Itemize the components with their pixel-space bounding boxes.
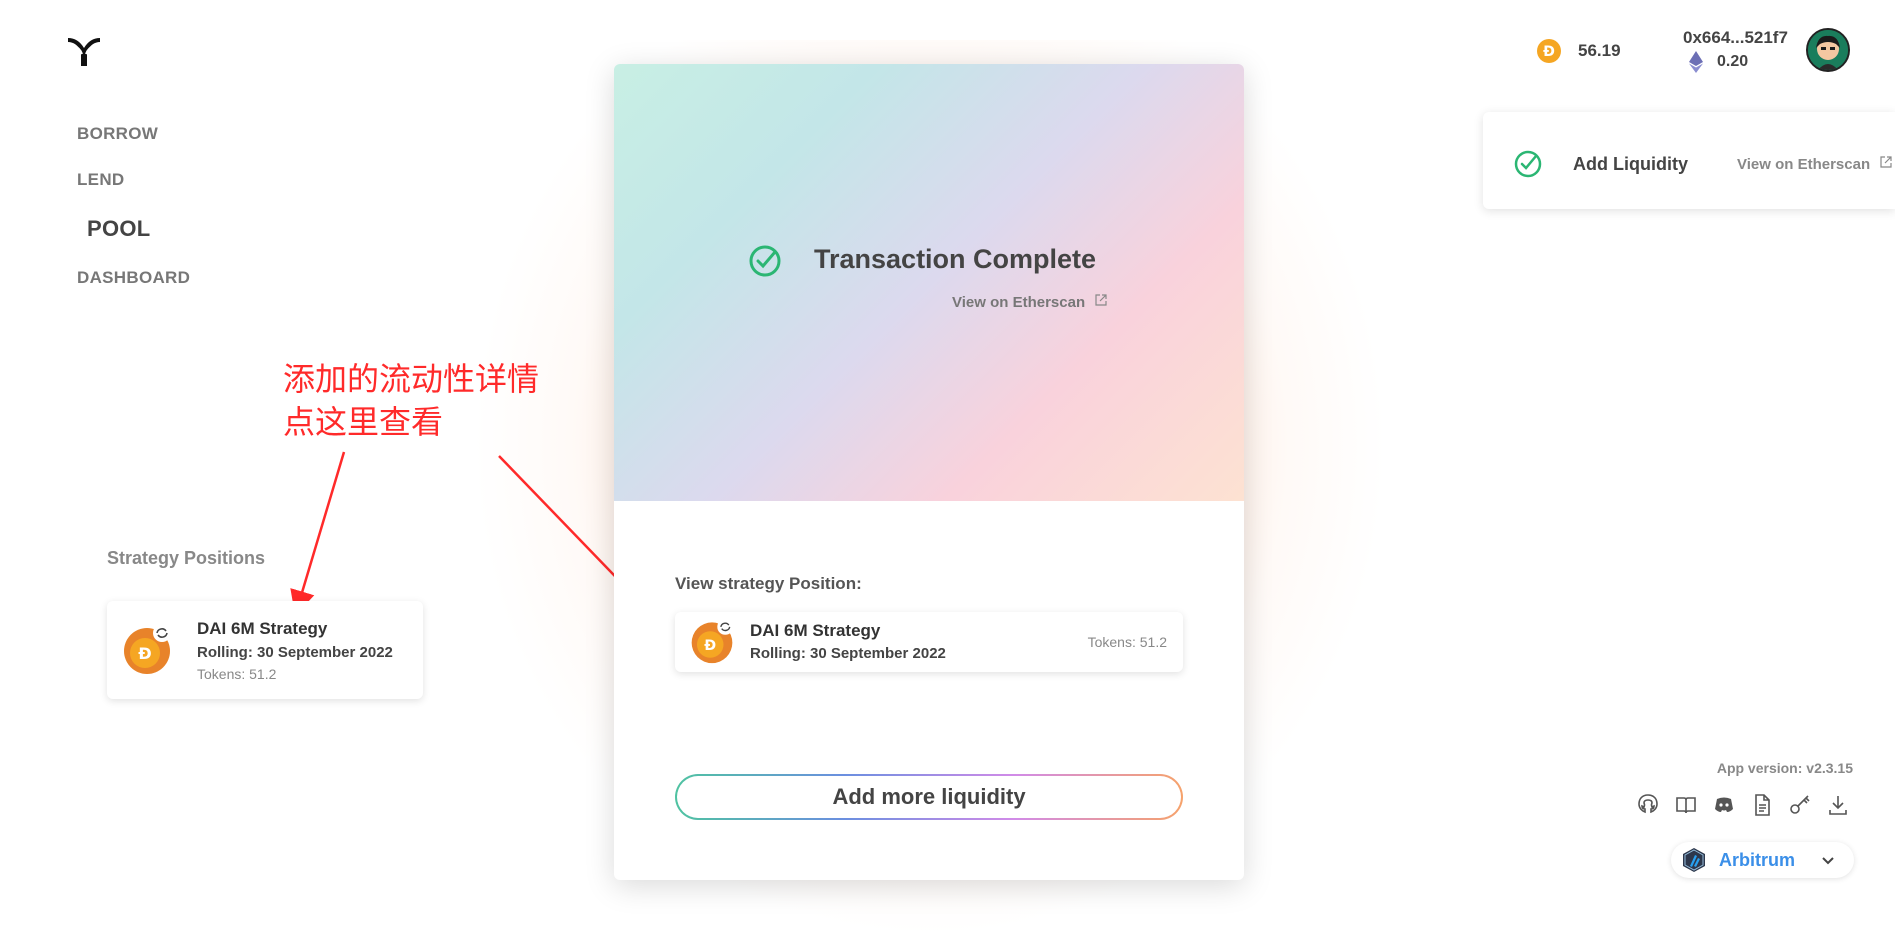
etherscan-link-label: View on Etherscan [952, 294, 1086, 311]
github-icon[interactable] [1636, 793, 1660, 817]
avatar[interactable] [1806, 28, 1850, 72]
dai-coin-icon: Đ [1537, 39, 1561, 63]
arrow-to-left-card [290, 451, 346, 616]
view-position-label: View strategy Position: [675, 574, 862, 593]
token-balance: Đ 56.19 [1536, 38, 1621, 64]
dai-strategy-icon: Đ [691, 618, 734, 664]
toast-link-label: View on Etherscan [1737, 156, 1871, 173]
key-icon[interactable] [1788, 793, 1812, 817]
strategy-rolling-date: Rolling: 30 September 2022 [750, 645, 946, 662]
dai-strategy-icon: Đ [124, 624, 171, 674]
user-avatar-icon [1808, 30, 1848, 70]
svg-text:Đ: Đ [138, 644, 151, 663]
chevron-down-icon [1822, 857, 1834, 865]
svg-text:Đ: Đ [704, 638, 716, 654]
network-name: Arbitrum [1719, 849, 1795, 870]
document-icon[interactable] [1750, 793, 1774, 817]
external-link-icon [1880, 156, 1892, 168]
svg-text:Đ: Đ [1543, 44, 1555, 60]
main-nav: BORROW LEND POOL DASHBOARD [77, 124, 190, 314]
download-icon[interactable] [1826, 793, 1850, 817]
nav-item-dashboard[interactable]: DASHBOARD [77, 268, 190, 288]
book-icon[interactable] [1674, 793, 1698, 817]
strategy-position-card[interactable]: Đ DAI 6M Strategy Rolling: 30 September … [107, 601, 423, 699]
network-selector[interactable]: Arbitrum [1671, 842, 1854, 878]
wallet-address: 0x664...521f7 [1683, 28, 1788, 47]
modal-title: Transaction Complete [814, 244, 1097, 274]
toast-title: Add Liquidity [1573, 154, 1688, 174]
nav-item-pool[interactable]: POOL [87, 216, 190, 242]
account-info[interactable]: 0x664...521f7 0.20 [1683, 28, 1788, 73]
strategy-tokens: Tokens: 51.2 [197, 666, 277, 682]
strategy-rolling-date: Rolling: 30 September 2022 [197, 644, 393, 661]
toast-etherscan-link[interactable]: View on Etherscan [1737, 156, 1892, 173]
token-balance-value: 56.19 [1578, 41, 1621, 60]
arbitrum-icon [1683, 848, 1705, 872]
add-more-liquidity-button[interactable]: Add more liquidity [675, 774, 1183, 820]
discord-icon[interactable] [1712, 793, 1736, 817]
annotation-text: 添加的流动性详情 点这里查看 [283, 360, 540, 441]
strategy-tokens: Tokens: 51.2 [1087, 634, 1167, 650]
nav-item-borrow[interactable]: BORROW [77, 124, 190, 144]
external-link-icon [1095, 294, 1107, 306]
eth-balance-value: 0.20 [1717, 53, 1749, 70]
ethereum-icon [1689, 51, 1703, 73]
strategy-positions-label: Strategy Positions [107, 548, 266, 568]
check-circle-icon [1514, 150, 1542, 178]
eth-balance: 0.20 [1683, 51, 1788, 73]
notification-toast: Add Liquidity View on Etherscan [1483, 112, 1895, 209]
modal-strategy-position-card[interactable]: Đ DAI 6M Strategy Rolling: 30 September … [675, 612, 1183, 672]
modal-hero: Transaction Complete View on Etherscan [614, 64, 1244, 501]
social-links [1636, 793, 1850, 817]
nav-item-lend[interactable]: LEND [77, 170, 190, 190]
add-more-liquidity-label: Add more liquidity [677, 776, 1181, 818]
app-version: App version: v2.3.15 [1716, 760, 1853, 776]
transaction-modal: Transaction Complete View on Etherscan V… [614, 64, 1244, 880]
view-on-etherscan-link[interactable]: View on Etherscan [952, 294, 1107, 311]
strategy-name: DAI 6M Strategy [197, 619, 328, 638]
check-circle-icon [749, 245, 781, 277]
app-logo-icon[interactable] [64, 32, 104, 72]
strategy-name: DAI 6M Strategy [750, 621, 881, 640]
